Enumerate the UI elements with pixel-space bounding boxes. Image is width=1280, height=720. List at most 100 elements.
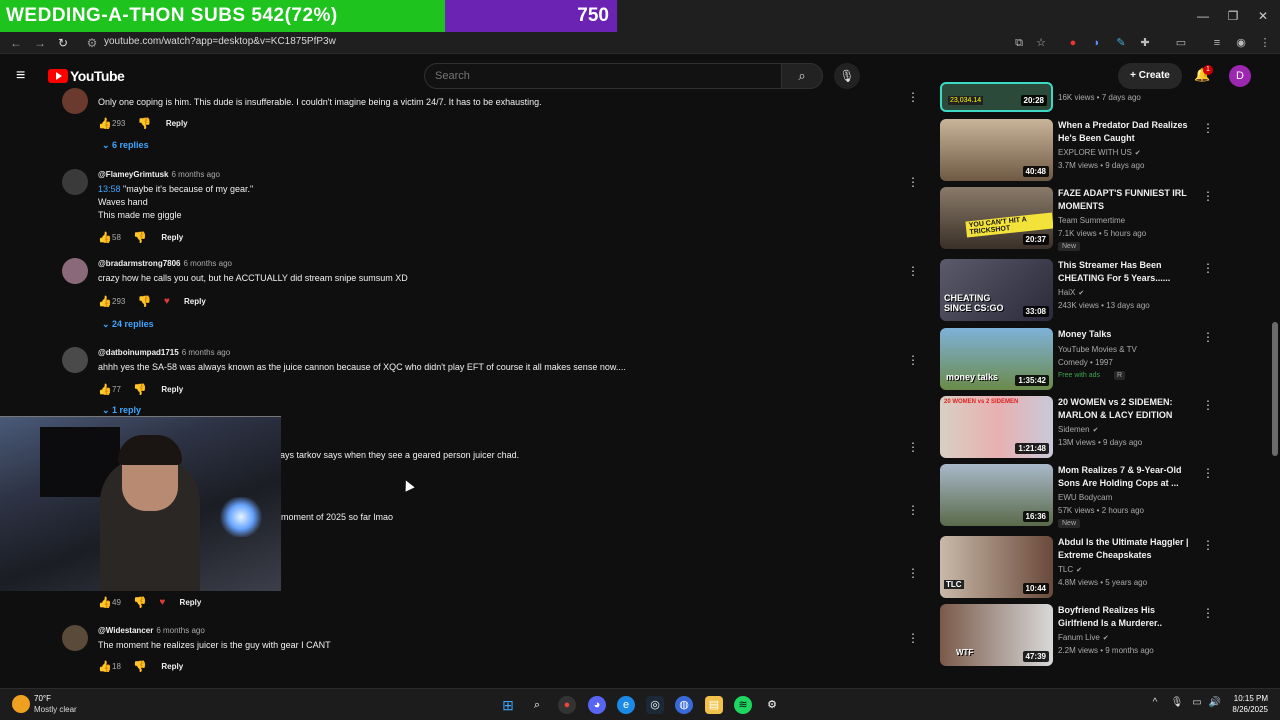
extension-translate-icon[interactable]: ◗	[1090, 36, 1104, 50]
video-channel[interactable]: YouTube Movies & TV	[1058, 345, 1137, 354]
like-icon[interactable]: 👍	[98, 596, 112, 609]
video-menu-icon[interactable]: ⋮	[1202, 398, 1214, 412]
like-icon[interactable]: 👍	[98, 231, 112, 244]
comment-menu-icon[interactable]: ⋮	[907, 631, 919, 645]
video-menu-icon[interactable]: ⋮	[1202, 121, 1214, 135]
dislike-icon[interactable]: 👎	[133, 383, 147, 396]
comment-avatar[interactable]	[62, 88, 88, 114]
video-menu-icon[interactable]: ⋮	[1202, 466, 1214, 480]
dislike-icon[interactable]: 👎	[133, 596, 147, 609]
minimize-button[interactable]: —	[1193, 6, 1213, 26]
video-menu-icon[interactable]: ⋮	[1202, 189, 1214, 203]
search-input[interactable]	[424, 63, 782, 89]
video-title[interactable]: Money Talks	[1058, 328, 1198, 341]
dislike-icon[interactable]: 👎	[138, 117, 152, 130]
dislike-icon[interactable]: 👎	[133, 231, 147, 244]
video-item[interactable]: 40:48 When a Predator Dad Realizes He's …	[940, 119, 1270, 183]
comment-menu-icon[interactable]: ⋮	[907, 90, 919, 104]
youtube-logo-text[interactable]: YouTube	[70, 68, 125, 84]
video-channel[interactable]: TLC ✔	[1058, 565, 1082, 574]
sidepanel-icon[interactable]: ▭	[1174, 36, 1188, 50]
comment-author[interactable]: @Widestancer	[98, 626, 153, 635]
video-thumbnail[interactable]: 40:48	[940, 119, 1053, 181]
video-thumbnail[interactable]: WTF 47:39	[940, 604, 1053, 666]
video-item[interactable]: WTF 47:39 Boyfriend Realizes His Girlfri…	[940, 604, 1270, 668]
video-item[interactable]: 23,034.14 20:28 16K views • 7 days ago	[940, 82, 1270, 112]
start-menu-icon[interactable]: ⊞	[499, 696, 517, 714]
video-title[interactable]: Boyfriend Realizes His Girlfriend Is a M…	[1058, 604, 1198, 630]
video-channel[interactable]: EXPLORE WITH US ✔	[1058, 148, 1141, 157]
close-button[interactable]: ✕	[1253, 6, 1273, 26]
reply-button[interactable]: Reply	[166, 119, 188, 128]
browser-menu-icon[interactable]: ⋮	[1258, 36, 1272, 50]
comment-author[interactable]: @FlameyGrimtusk	[98, 170, 169, 179]
settings-gear-icon[interactable]: ⚙	[763, 696, 781, 714]
tray-microphone-icon[interactable]: 🎙	[1170, 697, 1184, 708]
reply-button[interactable]: Reply	[180, 598, 202, 607]
spotify-app-icon[interactable]: ≋	[734, 696, 752, 714]
comment-time[interactable]: 6 months ago	[172, 170, 220, 179]
chrome-app-icon[interactable]: ●	[558, 696, 576, 714]
extension-tool-icon[interactable]: ✎	[1114, 36, 1128, 50]
forward-icon[interactable]: →	[32, 35, 48, 51]
extension-adblock-icon[interactable]: ●	[1066, 36, 1080, 50]
video-channel[interactable]: Sidemen ✔	[1058, 425, 1098, 434]
taskbar-search-icon[interactable]: ⌕	[528, 696, 546, 714]
install-app-icon[interactable]: ⧉	[1012, 36, 1026, 50]
tray-volume-icon[interactable]: 🔊	[1208, 697, 1222, 708]
video-menu-icon[interactable]: ⋮	[1202, 606, 1214, 620]
video-item[interactable]: 16:36 Mom Realizes 7 & 9-Year-Old Sons A…	[940, 464, 1270, 528]
video-channel[interactable]: EWU Bodycam	[1058, 493, 1112, 502]
comment-menu-icon[interactable]: ⋮	[907, 175, 919, 189]
profile-icon[interactable]: ◉	[1234, 36, 1248, 50]
comment-time[interactable]: 6 months ago	[156, 626, 204, 635]
app-icon-blue[interactable]: ◍	[675, 696, 693, 714]
video-menu-icon[interactable]: ⋮	[1202, 330, 1214, 344]
video-item[interactable]: YOU CAN'T HIT A TRICKSHOT 20:37 FAZE ADA…	[940, 187, 1270, 251]
weather-temperature[interactable]: 70°F	[34, 694, 51, 703]
hamburger-menu-icon[interactable]: ≡	[16, 68, 32, 84]
clock-date[interactable]: 8/26/2025	[1222, 705, 1268, 714]
tray-chevron-up-icon[interactable]: ^	[1148, 697, 1162, 708]
video-thumbnail[interactable]: TLC 10:44	[940, 536, 1053, 598]
video-item[interactable]: money talks 1:35:42 Money Talks YouTube …	[940, 328, 1270, 392]
reply-button[interactable]: Reply	[161, 662, 183, 671]
video-channel[interactable]: Team Summertime	[1058, 216, 1125, 225]
search-button[interactable]: ⌕	[781, 63, 823, 89]
reload-icon[interactable]: ↻	[55, 35, 71, 51]
comment-menu-icon[interactable]: ⋮	[907, 440, 919, 454]
view-replies-button[interactable]: ⌄ 6 replies	[102, 140, 149, 151]
view-replies-button[interactable]: ⌄ 1 reply	[102, 405, 141, 416]
steam-app-icon[interactable]: ◎	[646, 696, 664, 714]
video-menu-icon[interactable]: ⋮	[1202, 261, 1214, 275]
video-item[interactable]: TLC 10:44 Abdul Is the Ultimate Haggler …	[940, 536, 1270, 600]
comment-avatar[interactable]	[62, 347, 88, 373]
video-thumbnail[interactable]: money talks 1:35:42	[940, 328, 1053, 390]
comment-menu-icon[interactable]: ⋮	[907, 353, 919, 367]
restore-button[interactable]: ❐	[1223, 6, 1243, 26]
site-info-icon[interactable]: ⚙	[84, 35, 100, 51]
reply-button[interactable]: Reply	[184, 297, 206, 306]
video-thumbnail[interactable]: YOU CAN'T HIT A TRICKSHOT 20:37	[940, 187, 1053, 249]
comment-time[interactable]: 6 months ago	[182, 348, 230, 357]
view-replies-button[interactable]: ⌄ 24 replies	[102, 319, 154, 330]
back-icon[interactable]: ←	[8, 35, 24, 51]
video-menu-icon[interactable]: ⋮	[1202, 538, 1214, 552]
reply-button[interactable]: Reply	[161, 385, 183, 394]
like-icon[interactable]: 👍	[98, 660, 112, 673]
video-thumbnail[interactable]: 16:36	[940, 464, 1053, 526]
comment-avatar[interactable]	[62, 258, 88, 284]
video-title[interactable]: 20 WOMEN vs 2 SIDEMEN: MARLON & LACY EDI…	[1058, 396, 1198, 422]
video-title[interactable]: When a Predator Dad Realizes He's Been C…	[1058, 119, 1198, 145]
voice-search-button[interactable]: 🎙	[834, 63, 860, 89]
like-icon[interactable]: 👍	[98, 295, 112, 308]
comment-avatar[interactable]	[62, 625, 88, 651]
like-icon[interactable]: 👍	[98, 383, 112, 396]
weather-condition[interactable]: Mostly clear	[34, 705, 77, 714]
video-title[interactable]: FAZE ADAPT'S FUNNIEST IRL MOMENTS	[1058, 187, 1198, 213]
video-item[interactable]: 20 WOMEN vs 2 SIDEMEN 1:21:48 20 WOMEN v…	[940, 396, 1270, 460]
bookmark-star-icon[interactable]: ☆	[1034, 36, 1048, 50]
comment-menu-icon[interactable]: ⋮	[907, 503, 919, 517]
clock-time[interactable]: 10:15 PM	[1232, 694, 1268, 703]
comment-menu-icon[interactable]: ⋮	[907, 264, 919, 278]
